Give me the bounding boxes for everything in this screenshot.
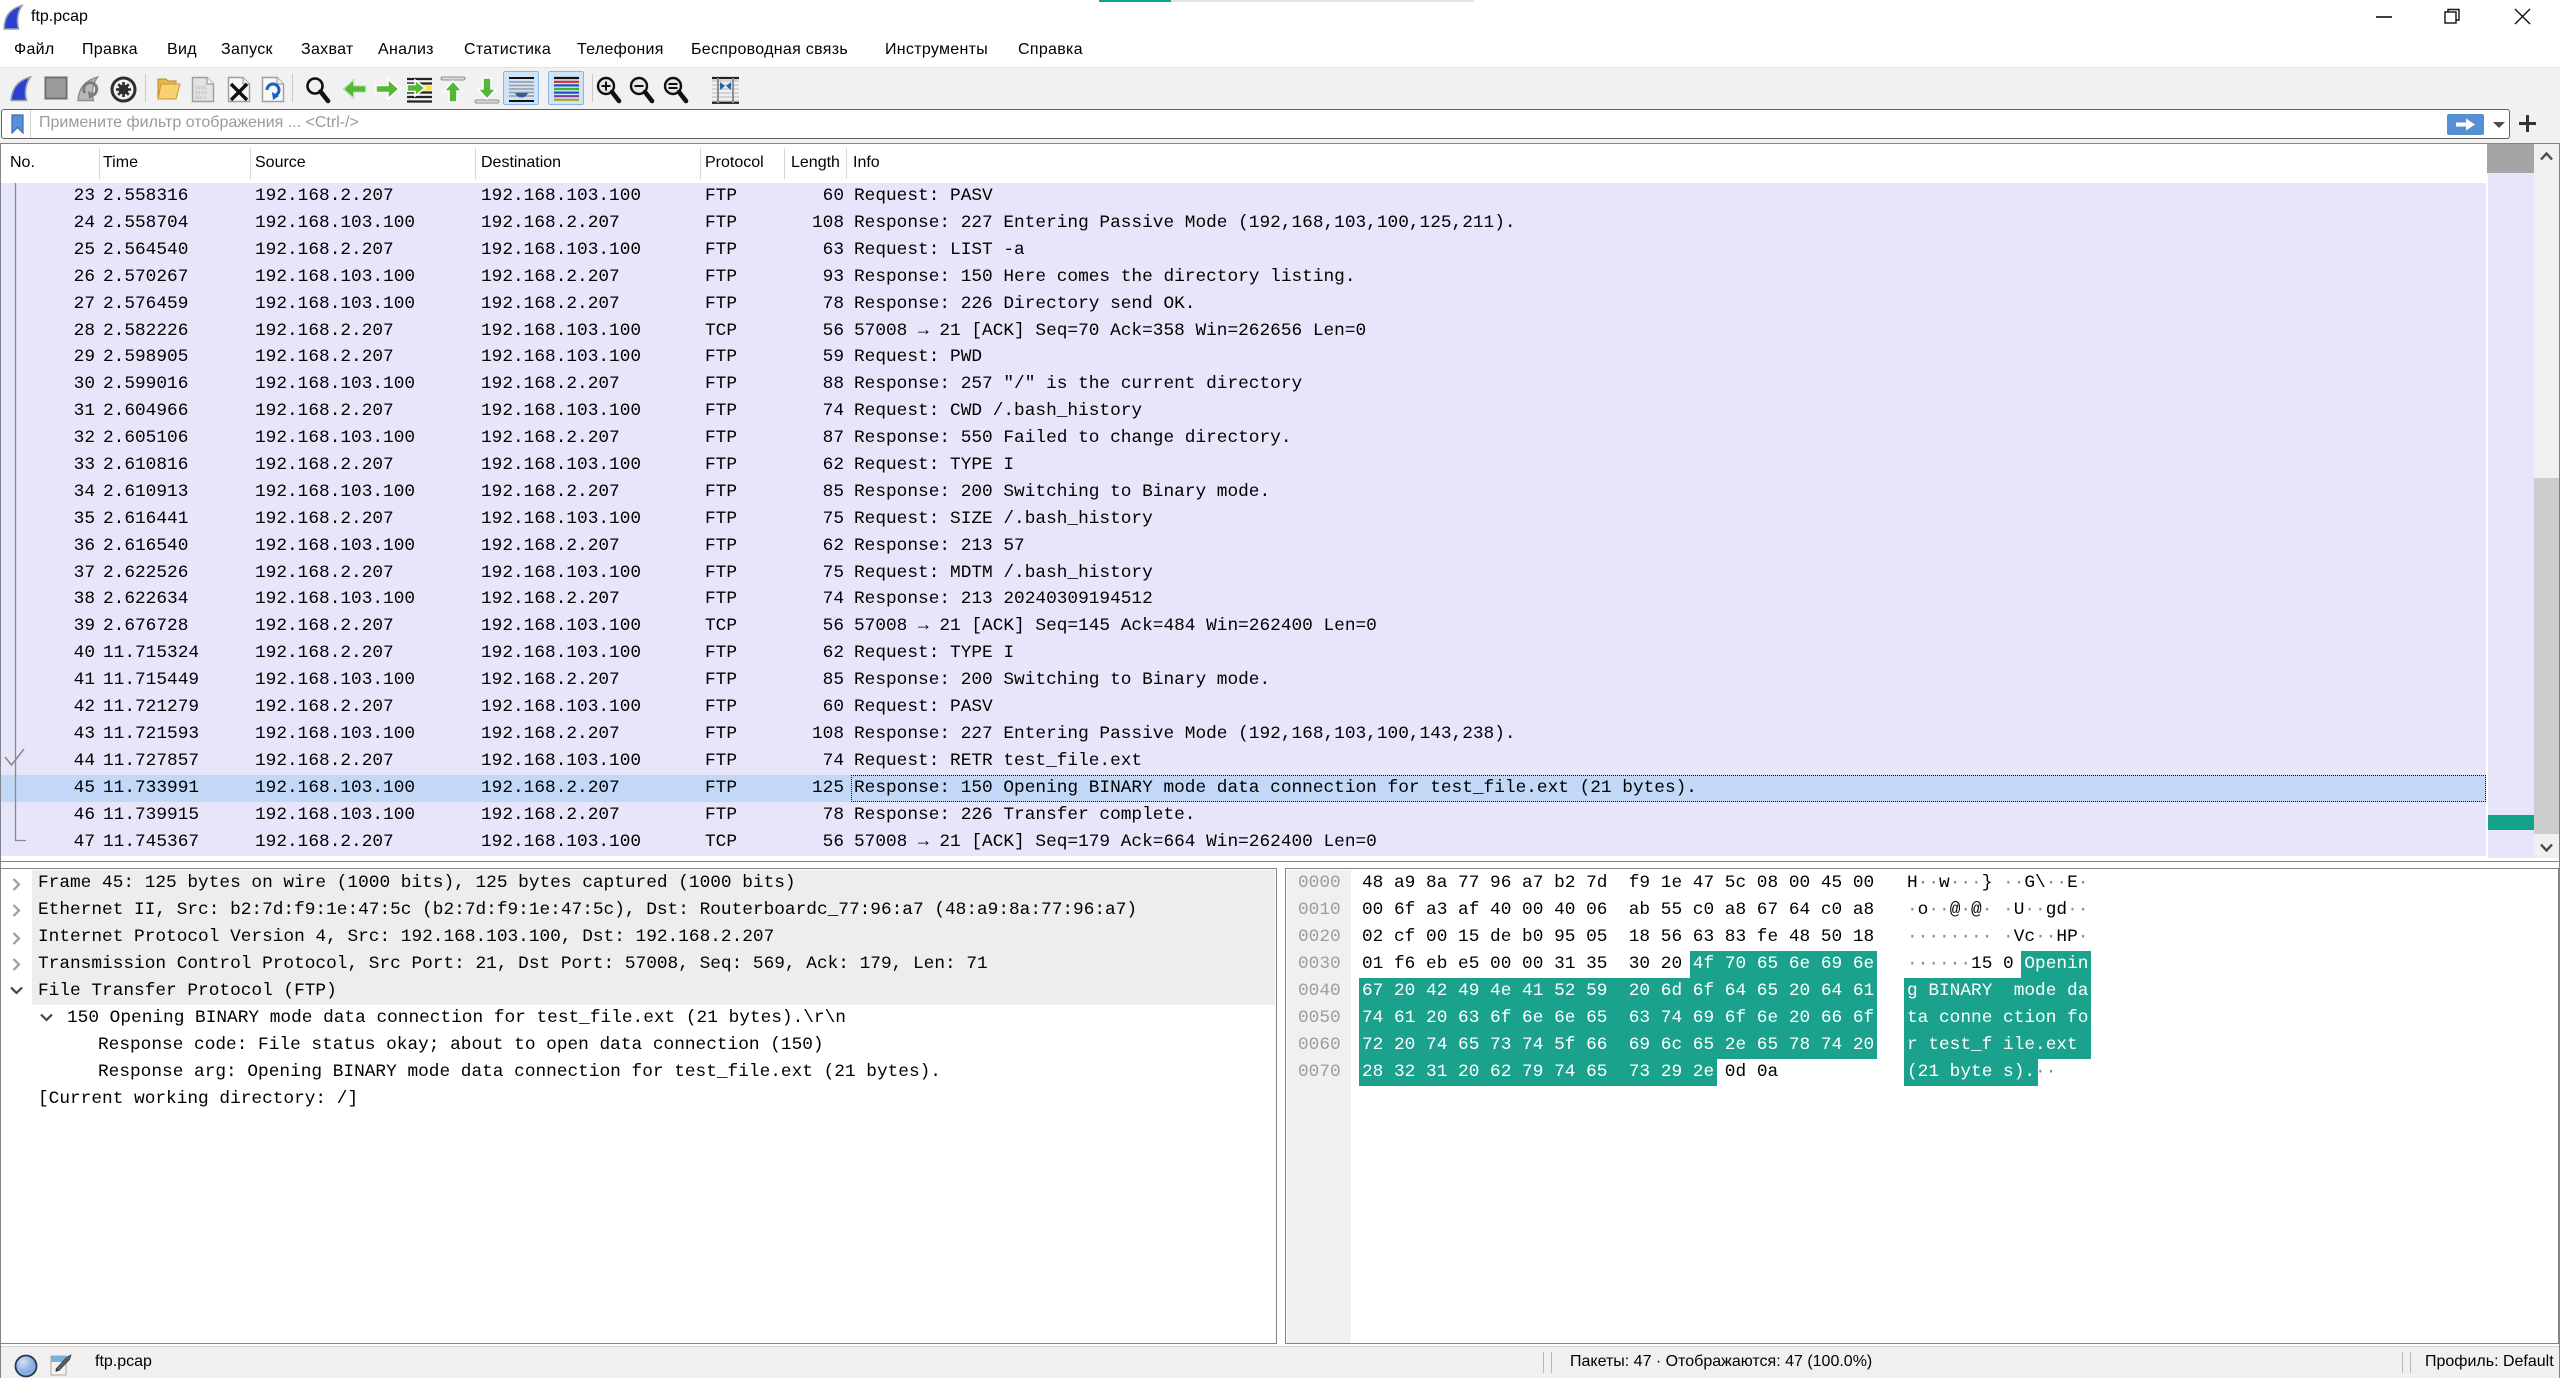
svg-text:0011: 0011 [195, 95, 207, 101]
